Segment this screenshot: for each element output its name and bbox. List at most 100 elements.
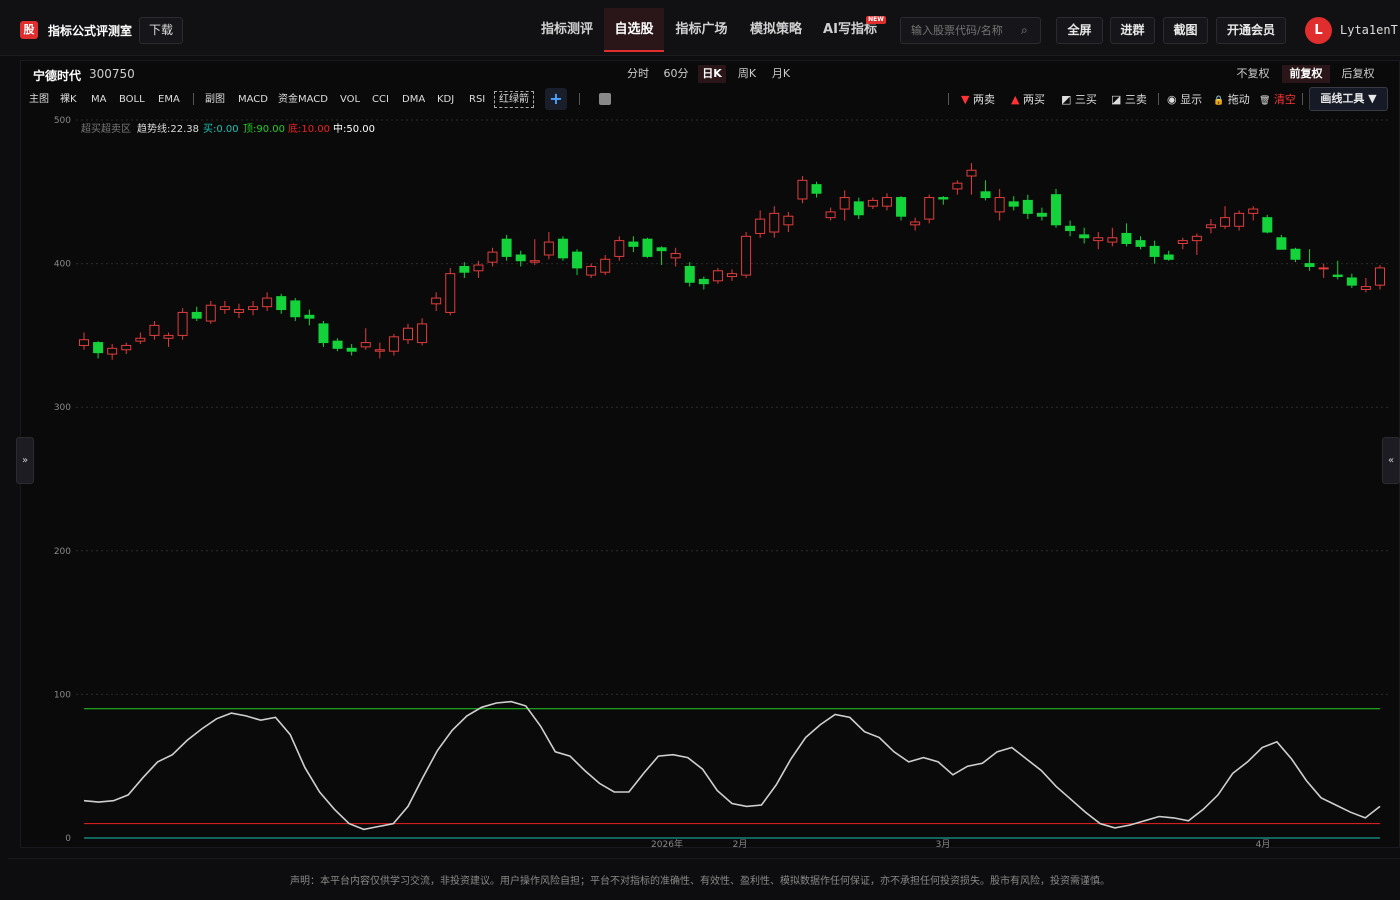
candle-body	[1276, 237, 1287, 250]
candle-body	[445, 273, 456, 313]
candle-body	[1248, 208, 1259, 214]
candle-body	[881, 197, 892, 207]
candle-body	[1107, 237, 1118, 243]
candle-body	[177, 311, 188, 336]
candle-body	[769, 212, 780, 233]
candle-body	[741, 235, 752, 276]
candle-body	[1135, 240, 1146, 247]
candle-body	[1036, 212, 1047, 217]
candle-body	[811, 184, 822, 194]
candle-body	[557, 238, 568, 259]
legend-item: 买:0.00	[203, 123, 239, 135]
candle-body	[1065, 225, 1076, 232]
candle-body	[797, 179, 808, 200]
candle-body	[1051, 194, 1061, 226]
candle-body	[839, 197, 850, 210]
candle-body	[318, 323, 329, 344]
candle-body	[262, 297, 273, 308]
candle-body	[572, 251, 583, 269]
candle-body	[388, 336, 399, 352]
candle-body	[684, 265, 695, 283]
x-tick-label: 4月	[1256, 839, 1271, 850]
candle-body	[121, 344, 132, 351]
candle-body	[1093, 237, 1104, 242]
candle-body	[1177, 240, 1188, 244]
y-tick-label: 0	[65, 834, 71, 844]
candle-body	[1332, 274, 1343, 278]
legend-item: 中:50.00	[333, 122, 375, 135]
candle-body	[614, 240, 625, 257]
candle-body	[727, 273, 737, 278]
candle-body	[938, 197, 949, 200]
candle-body	[825, 211, 836, 219]
candle-body	[360, 342, 371, 348]
candle-body	[1205, 224, 1216, 229]
candle-body	[1079, 234, 1090, 239]
candle-body	[586, 265, 597, 276]
candle-body	[515, 254, 526, 262]
candle-body	[346, 347, 357, 352]
candle-body	[698, 278, 709, 285]
candle-body	[783, 215, 794, 226]
candle-body	[473, 264, 484, 272]
candle-body	[656, 247, 667, 252]
candle-body	[79, 339, 89, 346]
candle-body	[600, 258, 611, 273]
candle-body	[163, 334, 174, 339]
candle-body	[487, 251, 498, 263]
candle-body	[304, 314, 315, 319]
legend-title: 超买超卖区	[81, 122, 131, 135]
candle-body	[755, 218, 766, 234]
candle-body	[1262, 217, 1273, 233]
candle-body	[980, 191, 991, 199]
candle-body	[1220, 217, 1231, 227]
candle-body	[1304, 263, 1315, 267]
disclaimer: 声明：本平台内容仅供学习交流，非投资建议。用户操作风险自担；平台不对指标的准确性…	[290, 876, 1110, 887]
candle-body	[403, 327, 413, 341]
candle-body	[867, 199, 878, 207]
candle-body	[1318, 267, 1329, 270]
candle-body	[642, 238, 653, 257]
candle-body	[628, 241, 639, 247]
candle-body	[529, 260, 540, 263]
candle-body	[459, 265, 470, 273]
candle-body	[1163, 254, 1174, 260]
candle-body	[1375, 267, 1385, 286]
candle-body	[233, 309, 244, 313]
y-tick-label: 100	[54, 690, 71, 700]
x-tick-label: 2026年	[651, 838, 683, 850]
candle-body	[431, 297, 442, 305]
candle-body	[966, 169, 977, 177]
candle-body	[107, 347, 118, 355]
candle-body	[994, 197, 1005, 213]
candle-body	[896, 197, 907, 217]
candle-body	[1008, 201, 1019, 207]
candle-body	[290, 300, 301, 318]
trend-line	[83, 700, 1381, 831]
candle-body	[374, 349, 385, 352]
candle-body	[670, 253, 681, 259]
candle-body	[952, 182, 963, 190]
candle-body	[276, 296, 287, 311]
candle-body	[501, 238, 512, 257]
y-tick-label: 300	[54, 403, 71, 413]
x-tick-label: 2月	[733, 839, 748, 850]
y-tick-label: 400	[54, 260, 71, 270]
legend-item: 底:10.00	[288, 122, 330, 135]
candle-body	[1149, 245, 1160, 257]
candle-body	[135, 337, 146, 342]
candle-body	[853, 201, 864, 216]
candle-body	[924, 197, 935, 220]
candle-body	[910, 221, 921, 226]
candle-body	[205, 304, 216, 322]
candle-body	[1121, 232, 1132, 244]
candle-body	[543, 241, 554, 256]
candle-body	[93, 342, 104, 354]
candle-body	[1022, 199, 1033, 214]
divider	[8, 858, 1400, 859]
candle-body	[712, 270, 723, 282]
candle-body	[219, 306, 230, 311]
legend-item: 趋势线:22.38	[137, 122, 199, 135]
candle-body	[248, 306, 259, 311]
kline-chart[interactable]: 0 100 200 300 400 500 2026年 2月 3月 4月 超买超卖区 趋势线:22.3…	[0, 0, 1400, 900]
